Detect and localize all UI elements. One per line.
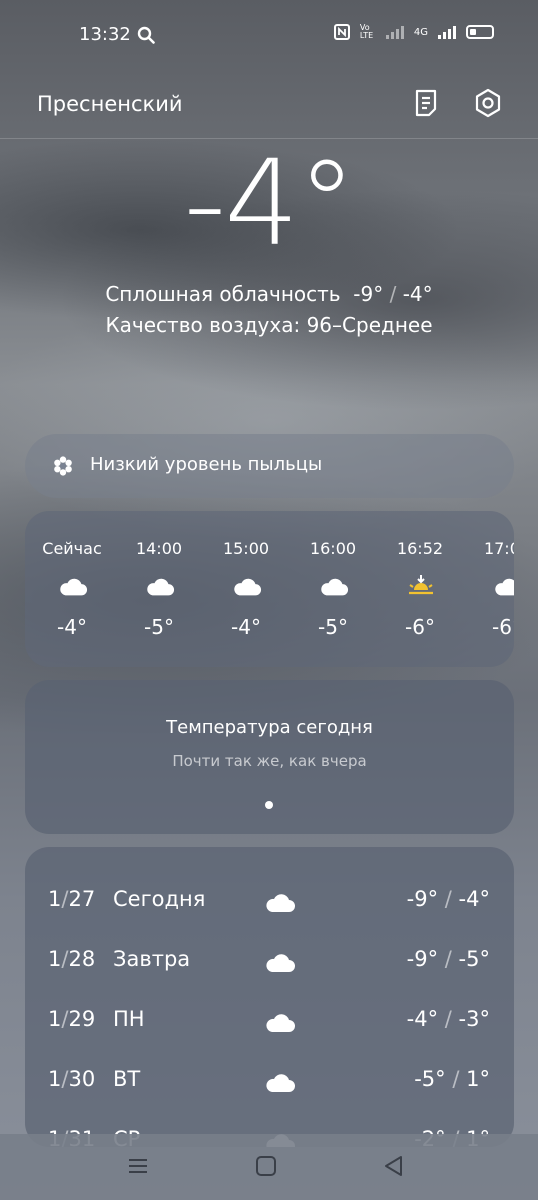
- recent-apps-icon[interactable]: [126, 1154, 150, 1178]
- daily-high: -4°: [458, 887, 490, 911]
- location-name[interactable]: Пресненский: [37, 92, 183, 116]
- condition-low: -9°: [353, 282, 384, 306]
- status-time: 13:32: [79, 24, 131, 45]
- navigation-bar: [0, 1134, 538, 1200]
- temp-today-subtitle: Почти так же, как вчера: [172, 752, 367, 770]
- cloud-icon: [234, 578, 262, 596]
- daily-month: 1: [48, 947, 62, 971]
- page-indicator-dot: [265, 801, 273, 809]
- temperature-today-card[interactable]: Температура сегодня Почти так же, как вч…: [25, 680, 514, 834]
- hourly-time: 14:00: [135, 539, 183, 558]
- condition-high: -4°: [402, 282, 433, 306]
- daily-day-name: ПН: [113, 1007, 145, 1031]
- signal-sim1-icon: [438, 25, 456, 39]
- cloud-icon: [266, 894, 295, 912]
- daily-low: -5°: [414, 1067, 446, 1091]
- pollen-text: Низкий уровень пыльцы: [90, 454, 323, 475]
- flower-icon: [54, 456, 72, 476]
- daily-low: -9°: [406, 887, 439, 911]
- pollen-card[interactable]: Низкий уровень пыльцы: [25, 434, 514, 498]
- back-icon[interactable]: [382, 1154, 406, 1178]
- hourly-time: Сейчас: [42, 539, 102, 558]
- cloud-icon: [321, 578, 349, 596]
- cloud-icon: [147, 578, 175, 596]
- temp-today-title: Температура сегодня: [166, 717, 373, 738]
- daily-low: -9°: [406, 947, 439, 971]
- current-temperature: -4°: [183, 134, 357, 272]
- hourly-temp: -6°: [492, 615, 514, 639]
- daily-day: 28: [68, 947, 96, 971]
- daily-high: 1°: [466, 1067, 490, 1091]
- hourly-temp: -5°: [318, 615, 348, 639]
- settings-icon[interactable]: [473, 88, 503, 118]
- air-quality[interactable]: Качество воздуха: 96–Среднее: [0, 313, 538, 337]
- city-list-icon[interactable]: [411, 88, 441, 118]
- cloud-icon: [266, 1074, 295, 1092]
- hourly-time: 16:52: [396, 539, 444, 558]
- hourly-temp: -5°: [144, 615, 174, 639]
- condition-text: Сплошная облачность: [105, 282, 341, 306]
- daily-range: -9° / -4°: [407, 887, 490, 911]
- temp-separator: /: [444, 947, 452, 971]
- daily-month: 1: [48, 1007, 62, 1031]
- daily-row[interactable]: 1/29 ПН -4° / -3°: [25, 1001, 514, 1041]
- cloud-icon: [60, 578, 88, 596]
- cloud-icon: [495, 578, 514, 596]
- daily-day: 27: [68, 887, 96, 911]
- daily-month: 1: [48, 887, 62, 911]
- temp-separator: /: [389, 282, 397, 306]
- daily-high: -5°: [458, 947, 490, 971]
- daily-range: -4° / -3°: [407, 1007, 490, 1031]
- nfc-icon: [333, 24, 350, 40]
- daily-range: -5° / 1°: [414, 1067, 490, 1091]
- cloud-icon: [266, 1014, 295, 1032]
- daily-high: -3°: [458, 1007, 490, 1031]
- status-icons: Vo LTE 4G: [333, 23, 494, 40]
- signal-sim2-icon: [385, 25, 404, 39]
- hourly-time: 15:00: [222, 539, 270, 558]
- daily-day-name: Сегодня: [113, 887, 206, 911]
- hourly-temp: -4°: [231, 615, 261, 639]
- hourly-time: 17:00: [483, 539, 514, 558]
- daily-date: 1/30: [48, 1067, 95, 1091]
- daily-row[interactable]: 1/28 Завтра -9° / -5°: [25, 941, 514, 981]
- current-condition: Сплошная облачность -9° / -4°: [0, 282, 538, 306]
- daily-month: 1: [48, 1067, 62, 1091]
- battery-icon: [466, 25, 494, 39]
- search-icon: [137, 26, 155, 44]
- hourly-time: 16:00: [309, 539, 357, 558]
- network-type: 4G: [413, 26, 428, 38]
- daily-range: -9° / -5°: [407, 947, 490, 971]
- daily-forecast[interactable]: 1/27 Сегодня -9° / -4° 1/28 Завтра -9° / -5° 1…: [25, 847, 514, 1147]
- cloud-icon: [266, 954, 295, 972]
- hourly-temp: -4°: [57, 615, 87, 639]
- volte-icon: Vo LTE: [359, 23, 374, 40]
- temp-separator: /: [452, 1067, 460, 1091]
- daily-row[interactable]: 1/27 Сегодня -9° / -4°: [25, 881, 514, 921]
- daily-day: 29: [68, 1007, 96, 1031]
- daily-date: 1/28: [48, 947, 95, 971]
- daily-day-name: ВТ: [113, 1067, 141, 1091]
- temp-separator: /: [444, 1007, 452, 1031]
- daily-row[interactable]: 1/30 ВТ -5° / 1°: [25, 1061, 514, 1101]
- home-icon[interactable]: [254, 1154, 278, 1178]
- temp-separator: /: [444, 887, 452, 911]
- daily-low: -4°: [406, 1007, 439, 1031]
- hourly-forecast[interactable]: Сейчас -4° 14:00 -5° 15:00 -4° 16:00 -5° 16:52 -6…: [25, 511, 514, 667]
- daily-day-name: Завтра: [113, 947, 191, 971]
- status-bar: 13:32 Vo LTE 4G: [0, 0, 538, 70]
- daily-date: 1/27: [48, 887, 95, 911]
- daily-day: 30: [68, 1067, 96, 1091]
- hourly-temp: -6°: [405, 615, 435, 639]
- sunset-icon: [409, 575, 433, 595]
- daily-date: 1/29: [48, 1007, 95, 1031]
